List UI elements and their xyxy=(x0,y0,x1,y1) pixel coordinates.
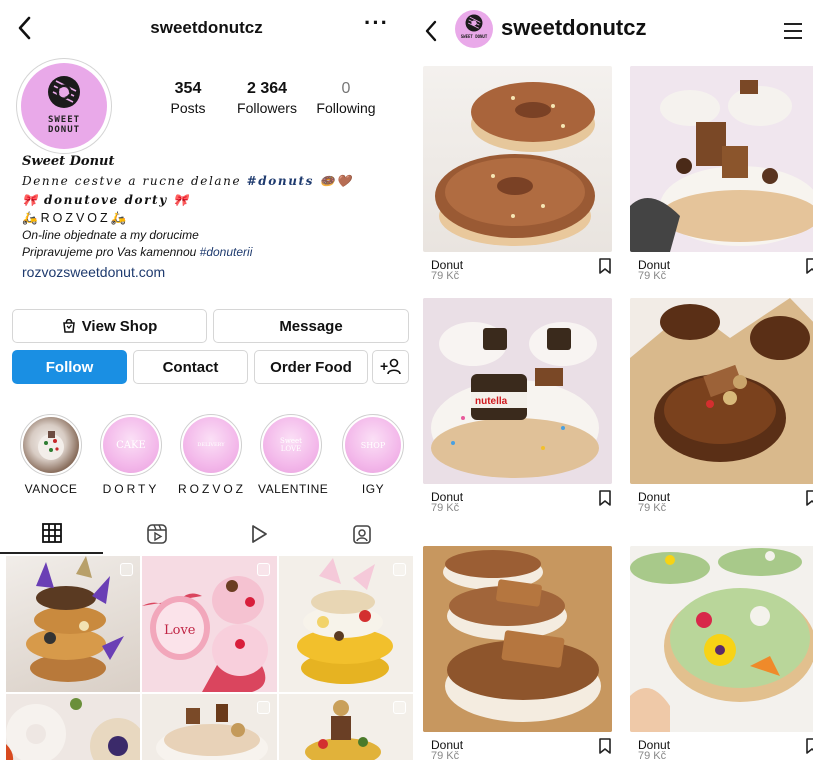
highlight-rozvoz[interactable]: DELIVERY ROZVOZ xyxy=(178,414,244,496)
tab-videos[interactable] xyxy=(207,514,310,554)
following-count[interactable]: 0 Following xyxy=(312,80,380,116)
shop-bag-icon xyxy=(62,319,75,333)
bio-line-2: 🎀 donutove dorty 🎀 xyxy=(22,193,190,207)
product-card[interactable]: Donut 79 Kč xyxy=(630,66,813,288)
avatar-brand-text: SWEET DONUT xyxy=(460,34,488,39)
profile-bio: Sweet Donut Denne cestve a rucne delane … xyxy=(22,154,402,280)
display-name: Sweet Donut xyxy=(22,154,115,169)
svg-text:nutella: nutella xyxy=(475,396,508,407)
post-image xyxy=(297,558,393,684)
profile-username: sweetdonutcz xyxy=(150,18,263,37)
post-thumbnail[interactable] xyxy=(6,556,140,692)
bookmark-icon[interactable] xyxy=(805,738,813,754)
bookmark-icon[interactable] xyxy=(598,738,612,754)
follow-button[interactable]: Follow xyxy=(12,350,127,384)
highlight-vanoce[interactable]: VANOCE xyxy=(18,414,84,496)
avatar-image: SWEET DONUT xyxy=(21,63,107,149)
product-card[interactable]: Donut 79 Kč xyxy=(630,298,813,520)
product-image xyxy=(423,66,612,252)
grid-icon xyxy=(41,523,62,543)
posts-count[interactable]: 354 Posts xyxy=(158,80,218,116)
highlight-valentine-cover: Sweet LOVE xyxy=(263,417,319,473)
post-thumbnail[interactable]: Love xyxy=(142,556,277,692)
donut-logo-icon xyxy=(48,76,80,108)
highlight-dorty[interactable]: CAKE DORTY xyxy=(98,414,164,496)
bio-line-5: Pripravujeme pro Vas kamennou #donuterii xyxy=(22,245,253,259)
product-card[interactable]: Donut 79 Kč xyxy=(423,66,612,288)
highlight-rozvoz-cover: DELIVERY xyxy=(183,417,239,473)
bio-line-1: Denne cestve a rucne delane #donuts 🍩🤎 xyxy=(22,174,353,188)
tagged-person-icon xyxy=(352,525,371,544)
shop-username[interactable]: sweetdonutcz xyxy=(501,15,646,41)
product-image xyxy=(630,546,813,732)
tab-grid[interactable] xyxy=(0,514,103,554)
select-checkbox[interactable] xyxy=(257,701,270,714)
select-checkbox[interactable] xyxy=(257,563,270,576)
shop-avatar[interactable]: SWEET DONUT xyxy=(455,10,493,48)
bio-line-3: 🛵ROZVOZ🛵 xyxy=(22,211,130,225)
contact-button[interactable]: Contact xyxy=(133,350,248,384)
highlight-valentine[interactable]: Sweet LOVE VALENTINE xyxy=(258,414,328,496)
post-image xyxy=(6,698,140,760)
post-thumbnail[interactable] xyxy=(142,694,277,760)
hamburger-menu-icon[interactable] xyxy=(783,22,803,40)
highlight-igy-cover: SHOP xyxy=(345,417,401,473)
bookmark-icon[interactable] xyxy=(598,258,612,274)
svg-text:Love: Love xyxy=(164,623,196,638)
product-card[interactable]: nutella Donut 79 Kč xyxy=(423,298,612,520)
profile-panel: sweetdonutcz ··· SWEET DONUT 354 Posts 2… xyxy=(0,0,413,760)
post-thumbnail[interactable] xyxy=(279,694,413,760)
select-checkbox[interactable] xyxy=(393,563,406,576)
select-checkbox[interactable] xyxy=(120,563,133,576)
select-checkbox[interactable] xyxy=(393,701,406,714)
avatar-brand-text: SWEET DONUT xyxy=(47,115,81,135)
website-link[interactable]: rozvozsweetdonut.com xyxy=(22,264,402,280)
profile-tabs xyxy=(0,514,413,554)
reels-icon xyxy=(146,524,167,544)
post-thumbnail[interactable] xyxy=(279,556,413,692)
tab-tagged[interactable] xyxy=(310,514,413,554)
product-image xyxy=(630,66,813,252)
cake-image xyxy=(38,431,64,460)
order-food-button[interactable]: Order Food xyxy=(254,350,368,384)
post-thumbnail[interactable] xyxy=(6,694,140,760)
view-shop-button[interactable]: View Shop xyxy=(12,309,207,343)
message-button[interactable]: Message xyxy=(213,309,409,343)
profile-avatar[interactable]: SWEET DONUT xyxy=(16,58,112,154)
product-card[interactable]: Donut 79 Kč xyxy=(423,546,612,760)
hashtag-donuts[interactable]: #donuts xyxy=(247,174,314,188)
shop-panel: SWEET DONUT sweetdonutcz Donut 79 Kč Don… xyxy=(413,0,813,760)
product-image xyxy=(423,546,612,732)
post-image: Love xyxy=(142,556,277,692)
bookmark-icon[interactable] xyxy=(805,258,813,274)
product-image: nutella xyxy=(423,298,612,484)
svg-text:+: + xyxy=(380,358,388,374)
post-image xyxy=(26,556,124,682)
bookmark-icon[interactable] xyxy=(805,490,813,506)
bookmark-icon[interactable] xyxy=(598,490,612,506)
tab-reels[interactable] xyxy=(105,514,208,554)
bio-line-4: On-line objednate a my dorucime xyxy=(22,228,199,242)
product-card[interactable]: Donut 79 Kč xyxy=(630,546,813,760)
highlight-dorty-cover: CAKE xyxy=(103,417,159,473)
more-options-icon[interactable]: ··· xyxy=(364,10,389,36)
donut-logo-icon xyxy=(465,14,483,32)
back-arrow-icon[interactable] xyxy=(421,18,441,44)
play-icon xyxy=(251,525,267,543)
add-person-icon: + xyxy=(380,358,401,375)
highlight-igy[interactable]: SHOP IGY xyxy=(340,414,406,496)
highlight-vanoce-cover xyxy=(23,417,79,473)
product-image xyxy=(630,298,813,484)
followers-count[interactable]: 2 364 Followers xyxy=(230,80,304,116)
suggest-people-button[interactable]: + xyxy=(372,350,409,384)
hashtag-donuterii[interactable]: #donuterii xyxy=(200,245,253,259)
